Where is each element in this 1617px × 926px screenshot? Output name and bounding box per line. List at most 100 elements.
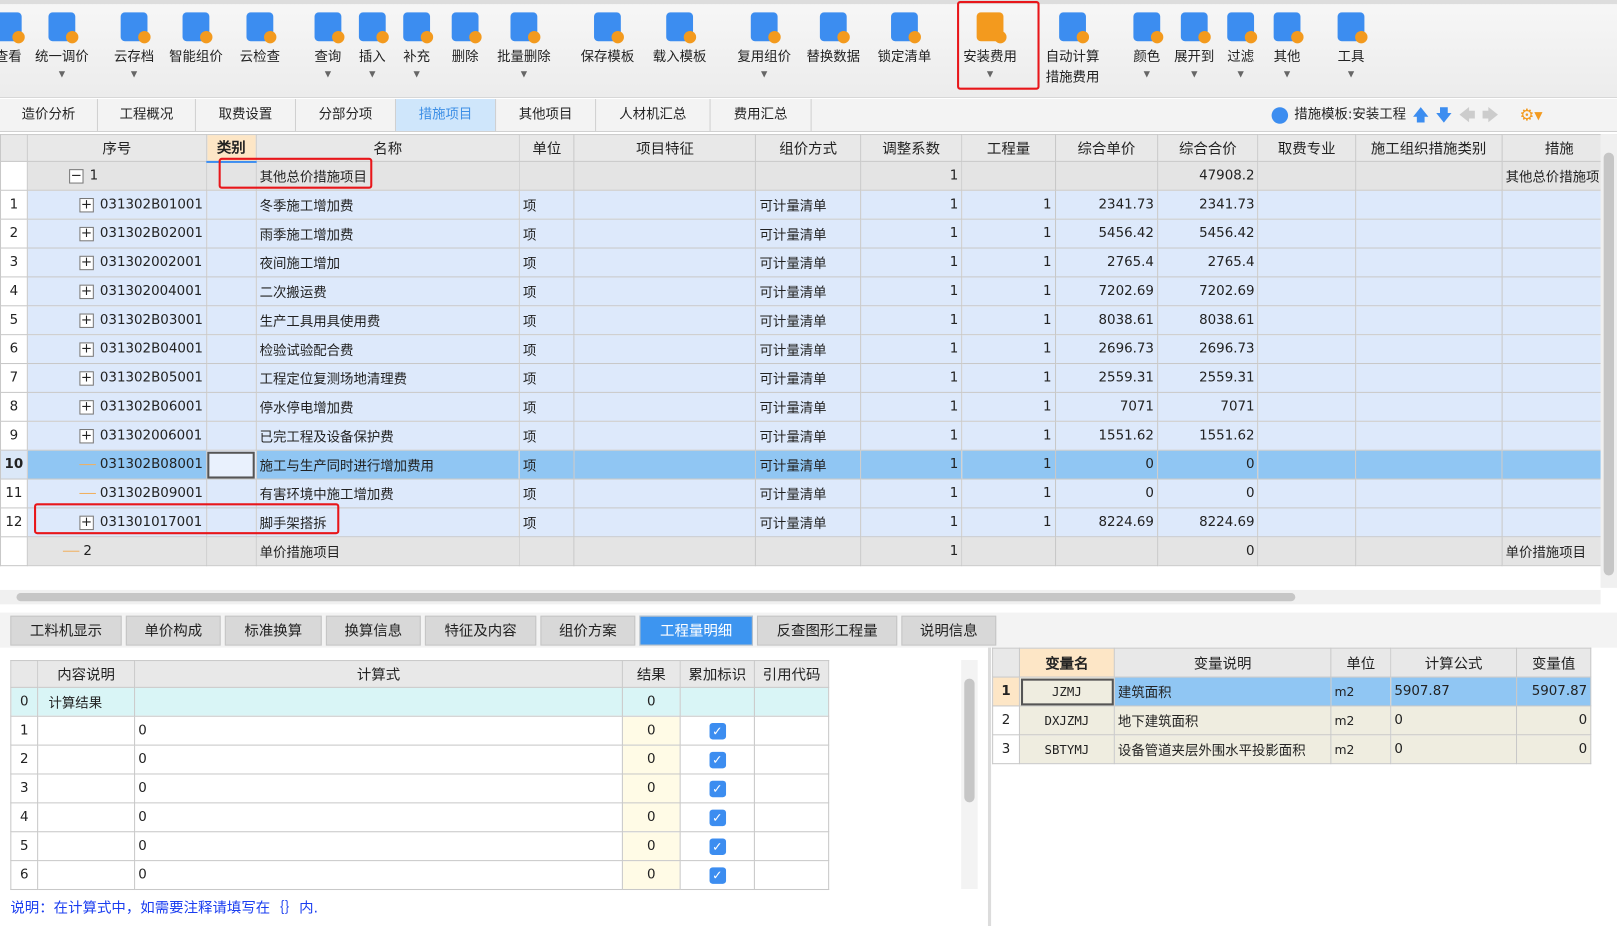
column-header[interactable] bbox=[992, 647, 1020, 678]
cell-org[interactable] bbox=[1354, 305, 1503, 336]
cell-method[interactable]: 可计量清单 bbox=[755, 507, 861, 538]
main-vertical-scrollbar[interactable] bbox=[1600, 134, 1617, 588]
group-row[interactable]: −1 其他总价措施项目 1 47908.2 其他总价措施项目 bbox=[0, 160, 1617, 191]
cell-price[interactable]: 7202.69 bbox=[1054, 276, 1159, 307]
cell-total[interactable]: 47908.2 bbox=[1157, 160, 1259, 191]
variable-name[interactable]: SBTYMJ bbox=[1018, 734, 1115, 765]
column-header[interactable]: 单位 bbox=[518, 134, 575, 162]
cell-measure[interactable]: 单价措施项目 bbox=[1501, 536, 1617, 567]
column-header[interactable]: 综合合价 bbox=[1157, 134, 1259, 162]
cell-qty[interactable]: 1 bbox=[961, 189, 1056, 220]
cell-price[interactable]: 2341.73 bbox=[1054, 189, 1159, 220]
tab-0[interactable]: 造价分析 bbox=[0, 99, 98, 131]
cell-rn[interactable]: 3 bbox=[0, 247, 28, 278]
cell-method[interactable]: 可计量清单 bbox=[755, 449, 861, 480]
toolbar-button-3[interactable]: 智能组价 bbox=[160, 12, 232, 68]
cell-org[interactable] bbox=[1354, 334, 1503, 365]
column-settings-icon[interactable]: ⚙▾ bbox=[1519, 103, 1542, 128]
cell-total[interactable]: 7202.69 bbox=[1157, 276, 1259, 307]
toolbar-button-15[interactable]: 安装费用 ▼ bbox=[954, 12, 1026, 80]
cell-org[interactable] bbox=[1354, 478, 1503, 509]
cell-feature[interactable] bbox=[573, 247, 757, 278]
table-row[interactable]: 11 031302B09001 有害环境中施工增加费项可计量清单 1 1 0 0 bbox=[0, 478, 1617, 509]
cell-name[interactable]: 脚手架搭拆 bbox=[255, 507, 520, 538]
cell-total[interactable]: 2341.73 bbox=[1157, 189, 1259, 220]
ref-code-cell[interactable] bbox=[753, 773, 830, 804]
checkbox-checked-icon[interactable]: ✓ bbox=[709, 809, 726, 826]
toolbar-button-9[interactable]: 批量删除 ▼ bbox=[488, 12, 560, 80]
expand-icon[interactable]: + bbox=[79, 255, 94, 270]
cell-name[interactable]: 工程定位复测场地清理费 bbox=[255, 363, 520, 393]
detail-row[interactable]: 0 计算结果 0 bbox=[10, 686, 830, 717]
bottom-tab-2[interactable]: 标准换算 bbox=[224, 615, 322, 646]
checkbox-checked-icon[interactable]: ✓ bbox=[709, 722, 726, 739]
cell-code[interactable]: +031302B05001 bbox=[26, 363, 208, 393]
column-header[interactable]: 引用代码 bbox=[753, 660, 830, 688]
cell-rn[interactable] bbox=[0, 536, 28, 567]
column-header[interactable]: 变量值 bbox=[1516, 647, 1592, 678]
cell-method[interactable]: 可计量清单 bbox=[755, 391, 861, 422]
cell-unit[interactable]: 项 bbox=[518, 305, 575, 336]
cell-name[interactable]: 检验试验配合费 bbox=[255, 334, 520, 365]
cell-coef[interactable]: 1 bbox=[859, 507, 963, 538]
expand-icon[interactable]: + bbox=[79, 284, 94, 299]
ref-code-cell[interactable] bbox=[753, 744, 830, 775]
cell-fee[interactable] bbox=[1257, 276, 1356, 307]
cell-name[interactable]: 单价措施项目 bbox=[255, 536, 520, 567]
column-header[interactable]: 组价方式 bbox=[755, 134, 861, 162]
cell-org[interactable] bbox=[1354, 507, 1503, 538]
cell-rn[interactable]: 4 bbox=[0, 276, 28, 307]
cell-org[interactable] bbox=[1354, 363, 1503, 393]
cell-method[interactable] bbox=[755, 536, 861, 567]
formula-cell[interactable] bbox=[134, 686, 623, 717]
cell-qty[interactable]: 1 bbox=[961, 305, 1056, 336]
tab-7[interactable]: 费用汇总 bbox=[711, 99, 812, 131]
cell-code[interactable]: +031302004001 bbox=[26, 276, 208, 307]
cell-rn[interactable] bbox=[0, 160, 28, 191]
cell-total[interactable]: 8038.61 bbox=[1157, 305, 1259, 336]
variable-unit[interactable]: m2 bbox=[1330, 734, 1392, 765]
group-row[interactable]: 2 单价措施项目 1 0 单价措施项目 bbox=[0, 536, 1617, 567]
accumulate-cell[interactable]: ✓ bbox=[679, 802, 755, 833]
accumulate-cell[interactable]: ✓ bbox=[679, 773, 755, 804]
desc-cell[interactable] bbox=[37, 744, 136, 775]
accumulate-cell[interactable]: ✓ bbox=[679, 715, 755, 746]
cell-feature[interactable] bbox=[573, 363, 757, 393]
variable-name[interactable]: JZMJ bbox=[1018, 676, 1115, 707]
cell-price[interactable]: 7071 bbox=[1054, 391, 1159, 422]
cell-feature[interactable] bbox=[573, 449, 757, 480]
formula-cell[interactable]: 0 bbox=[134, 860, 623, 891]
formula-cell[interactable]: 0 bbox=[134, 802, 623, 833]
cell-unit[interactable]: 项 bbox=[518, 420, 575, 451]
cell-code[interactable]: −1 bbox=[26, 160, 208, 191]
cell-org[interactable] bbox=[1354, 449, 1503, 480]
column-header[interactable]: 调整系数 bbox=[859, 134, 963, 162]
table-row[interactable]: 2 +031302B02001 雨季施工增加费项可计量清单 1 1 5456.42 5456… bbox=[0, 218, 1617, 249]
cell-qty[interactable]: 1 bbox=[961, 218, 1056, 249]
cell-qty[interactable]: 1 bbox=[961, 507, 1056, 538]
move-up-icon[interactable]: 🡅 bbox=[1412, 103, 1429, 128]
cell-kind_cell[interactable] bbox=[206, 218, 257, 249]
cell-unit[interactable] bbox=[518, 160, 575, 191]
cell-kind_cell[interactable] bbox=[206, 276, 257, 307]
variable-row[interactable]: 1 JZMJ 建筑面积 m2 5907.87 5907.87 bbox=[992, 676, 1592, 707]
table-row[interactable]: 10 031302B08001 施工与生产同时进行增加费用项可计量清单 1 1 0 0 bbox=[0, 449, 1617, 480]
cell-name[interactable]: 夜间施工增加 bbox=[255, 247, 520, 278]
variable-desc[interactable]: 地下建筑面积 bbox=[1113, 705, 1332, 736]
cell-price[interactable]: 8224.69 bbox=[1054, 507, 1159, 538]
cell-price[interactable]: 8038.61 bbox=[1054, 305, 1159, 336]
cell-qty[interactable]: 1 bbox=[961, 391, 1056, 422]
cell-fee[interactable] bbox=[1257, 391, 1356, 422]
move-right-icon[interactable]: 🡆 bbox=[1482, 103, 1499, 128]
cell-unit[interactable]: 项 bbox=[518, 449, 575, 480]
cell-org[interactable] bbox=[1354, 276, 1503, 307]
cell-qty[interactable]: 1 bbox=[961, 276, 1056, 307]
table-row[interactable]: 9 +031302006001 已完工程及设备保护费项可计量清单 1 1 1551.62 1… bbox=[0, 420, 1617, 451]
cell-rn[interactable]: 7 bbox=[0, 363, 28, 393]
cell-unit[interactable]: 项 bbox=[518, 478, 575, 509]
cell-kind_cell[interactable] bbox=[206, 305, 257, 336]
cell-fee[interactable] bbox=[1257, 160, 1356, 191]
cell-kind_cell[interactable] bbox=[206, 391, 257, 422]
tab-5[interactable]: 其他项目 bbox=[496, 99, 597, 131]
cell-method[interactable]: 可计量清单 bbox=[755, 478, 861, 509]
